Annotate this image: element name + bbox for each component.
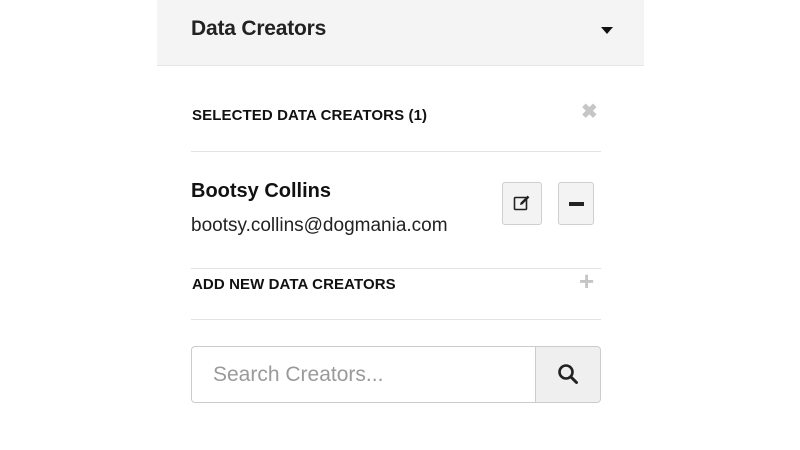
search-button[interactable]	[535, 347, 600, 402]
divider	[191, 268, 601, 269]
edit-creator-button[interactable]	[502, 182, 542, 225]
edit-icon	[513, 195, 530, 211]
creator-email: bootsy.collins@dogmania.com	[191, 215, 448, 236]
selected-creators-heading: SELECTED DATA CREATORS (1)	[192, 107, 428, 124]
panel-header[interactable]: Data Creators	[157, 0, 644, 66]
creator-name: Bootsy Collins	[191, 180, 332, 202]
remove-creator-button[interactable]	[558, 182, 594, 225]
plus-icon[interactable]: +	[579, 268, 594, 294]
data-creators-panel: Data Creators SELECTED DATA CREATORS (1)…	[157, 0, 644, 450]
creator-search-group	[191, 346, 601, 403]
divider	[191, 151, 601, 152]
add-new-creators-heading: ADD NEW DATA CREATORS	[192, 276, 396, 293]
search-icon	[558, 364, 578, 384]
search-creators-input[interactable]	[192, 347, 536, 402]
minus-icon	[569, 202, 584, 206]
close-icon[interactable]: ✖	[581, 102, 598, 122]
panel-title: Data Creators	[191, 17, 327, 40]
caret-down-icon[interactable]	[601, 27, 613, 34]
divider	[191, 319, 601, 320]
